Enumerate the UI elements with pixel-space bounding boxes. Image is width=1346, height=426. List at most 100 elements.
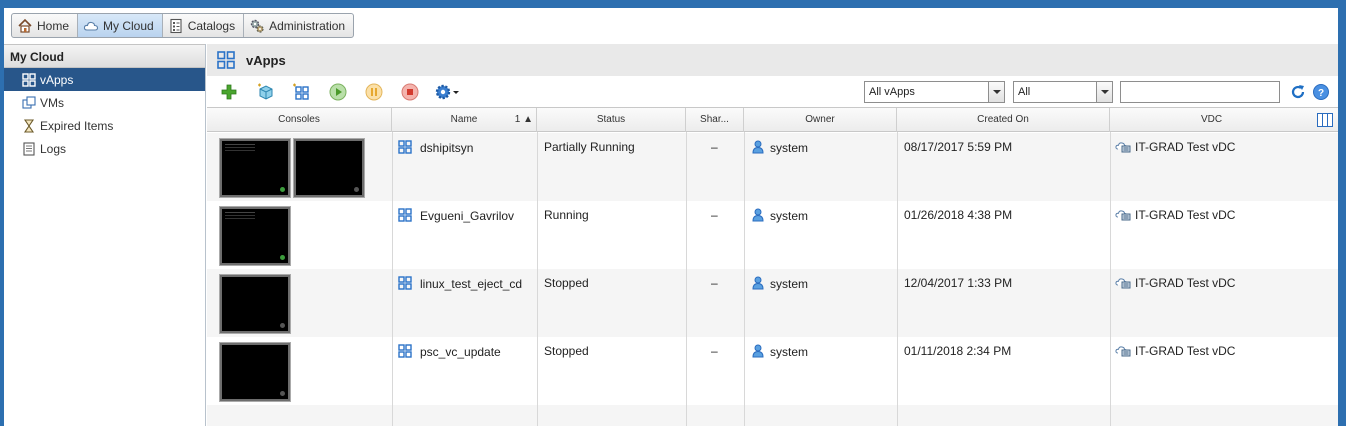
user-icon [752,276,764,290]
vapp-shared: – [711,276,718,290]
vapp-status: Stopped [544,344,589,358]
vapp-status: Running [544,208,589,222]
status-dot-icon [280,187,285,192]
vapp-icon [398,344,412,358]
vapp-owner-cell: system [752,201,808,269]
scope-filter-select[interactable]: All [1013,81,1113,103]
sidebar-item-label: vApps [40,72,74,87]
help-icon[interactable]: ? [1312,83,1330,101]
page-title: vApps [246,52,286,68]
sidebar-item-expired-items[interactable]: Expired Items [4,114,205,137]
catalog-icon [168,18,184,34]
vapp-created-on: 01/11/2018 2:34 PM [904,344,1012,358]
vapp-status: Partially Running [544,140,635,154]
main-tabs: Home My Cloud Catalogs Administration [11,13,355,38]
vapp-vdc: IT-GRAD Test vDC [1135,344,1236,358]
add-icon[interactable] [220,83,238,101]
column-header-created-on[interactable]: Created On [897,108,1110,132]
vapp-filter-select[interactable]: All vApps [864,81,1005,103]
vapp-name-cell[interactable]: Evgueni_Gavrilov [398,201,514,269]
tab-administration-label: Administration [269,18,346,33]
chevron-down-icon [988,82,1004,102]
column-header-vdc[interactable]: VDC [1110,108,1313,132]
sidebar: My Cloud vApps VMs Expired Items Logs [4,44,206,426]
tab-catalogs[interactable]: Catalogs [163,14,245,37]
console-thumbnail[interactable] [220,207,290,265]
actions-gear-icon[interactable] [434,83,460,101]
add-from-catalog-icon[interactable] [256,83,274,101]
console-thumbnail[interactable] [220,275,290,333]
vapp-created-on: 08/17/2017 5:59 PM [904,140,1013,154]
column-header-status[interactable]: Status [537,108,686,132]
vapp-vdc-cell[interactable]: IT-GRAD Test vDC [1115,133,1235,201]
vapp-icon [217,51,235,69]
sidebar-item-logs[interactable]: Logs [4,137,205,160]
hourglass-icon [22,118,36,133]
page-header: vApps [207,44,1338,76]
sidebar-item-label: Logs [40,141,67,156]
window-frame-top [0,0,1346,8]
column-header-consoles[interactable]: Consoles [207,108,392,132]
vapp-owner-cell: system [752,133,808,201]
vapp-shared: – [711,208,718,222]
table-row-empty [207,405,1338,426]
vapp-icon [398,208,412,222]
column-divider [392,132,393,426]
refresh-icon[interactable] [1289,83,1307,101]
sidebar-title: My Cloud [4,44,205,68]
console-thumbnail[interactable] [294,139,364,197]
gears-icon [249,18,265,34]
tab-my-cloud[interactable]: My Cloud [78,14,163,37]
vapp-shared: – [711,344,718,358]
search-input[interactable] [1120,81,1280,103]
vapp-shared: – [711,140,718,154]
window-frame-right [1338,0,1346,426]
status-dot-icon [280,255,285,260]
tab-catalogs-label: Catalogs [187,18,236,33]
table-row[interactable]: psc_vc_update Stopped – system 01/11/201… [207,337,1338,405]
console-thumbnail[interactable] [220,343,290,401]
sidebar-item-label: Expired Items [40,118,114,133]
vapp-name-cell[interactable]: linux_test_eject_cd [398,269,522,337]
table-row[interactable]: linux_test_eject_cd Stopped – system 12/… [207,269,1338,337]
console-thumbnail[interactable] [220,139,290,197]
column-header-shared[interactable]: Shar... [686,108,744,132]
vapp-vdc-cell[interactable]: IT-GRAD Test vDC [1115,201,1235,269]
column-divider [1110,132,1111,426]
vapp-created-on: 12/04/2017 1:33 PM [904,276,1013,290]
column-header-owner[interactable]: Owner [744,108,897,132]
sidebar-item-label: VMs [40,95,64,110]
vapp-owner: system [770,141,809,155]
vapps-table: Consoles Name 1 ▲ Status Shar... Owner C… [207,108,1338,426]
sidebar-item-vapps[interactable]: vApps [4,68,205,91]
vapp-name-cell[interactable]: psc_vc_update [398,337,501,405]
build-vapp-icon[interactable] [292,83,310,101]
tab-administration[interactable]: Administration [244,14,353,37]
toolbar: All vApps All ? [207,76,1338,108]
vapp-icon [398,140,412,154]
vapp-created-on: 01/26/2018 4:38 PM [904,208,1013,222]
column-divider [744,132,745,426]
tab-home[interactable]: Home [12,14,79,37]
start-icon[interactable] [329,83,347,101]
table-row[interactable]: dshipitsyn Partially Running – system 08… [207,133,1338,201]
chevron-down-icon [1096,82,1112,102]
vapp-vdc: IT-GRAD Test vDC [1135,208,1236,222]
sidebar-item-vms[interactable]: VMs [4,91,205,114]
vapp-status: Stopped [544,276,589,290]
vapp-vdc-cell[interactable]: IT-GRAD Test vDC [1115,269,1235,337]
column-header-name[interactable]: Name 1 ▲ [392,108,537,132]
suspend-icon[interactable] [365,83,383,101]
vapp-owner: system [770,277,809,291]
vapp-vdc-cell[interactable]: IT-GRAD Test vDC [1115,337,1235,405]
vapp-vdc: IT-GRAD Test vDC [1135,276,1236,290]
vdc-icon [1115,140,1131,153]
column-picker-icon[interactable] [1317,113,1333,130]
vm-icon [22,95,36,110]
vdc-icon [1115,208,1131,221]
table-row[interactable]: Evgueni_Gavrilov Running – system 01/26/… [207,201,1338,269]
stop-icon[interactable] [401,83,419,101]
column-divider [686,132,687,426]
scope-filter-value: All [1018,86,1031,98]
vapp-name-cell[interactable]: dshipitsyn [398,133,473,201]
